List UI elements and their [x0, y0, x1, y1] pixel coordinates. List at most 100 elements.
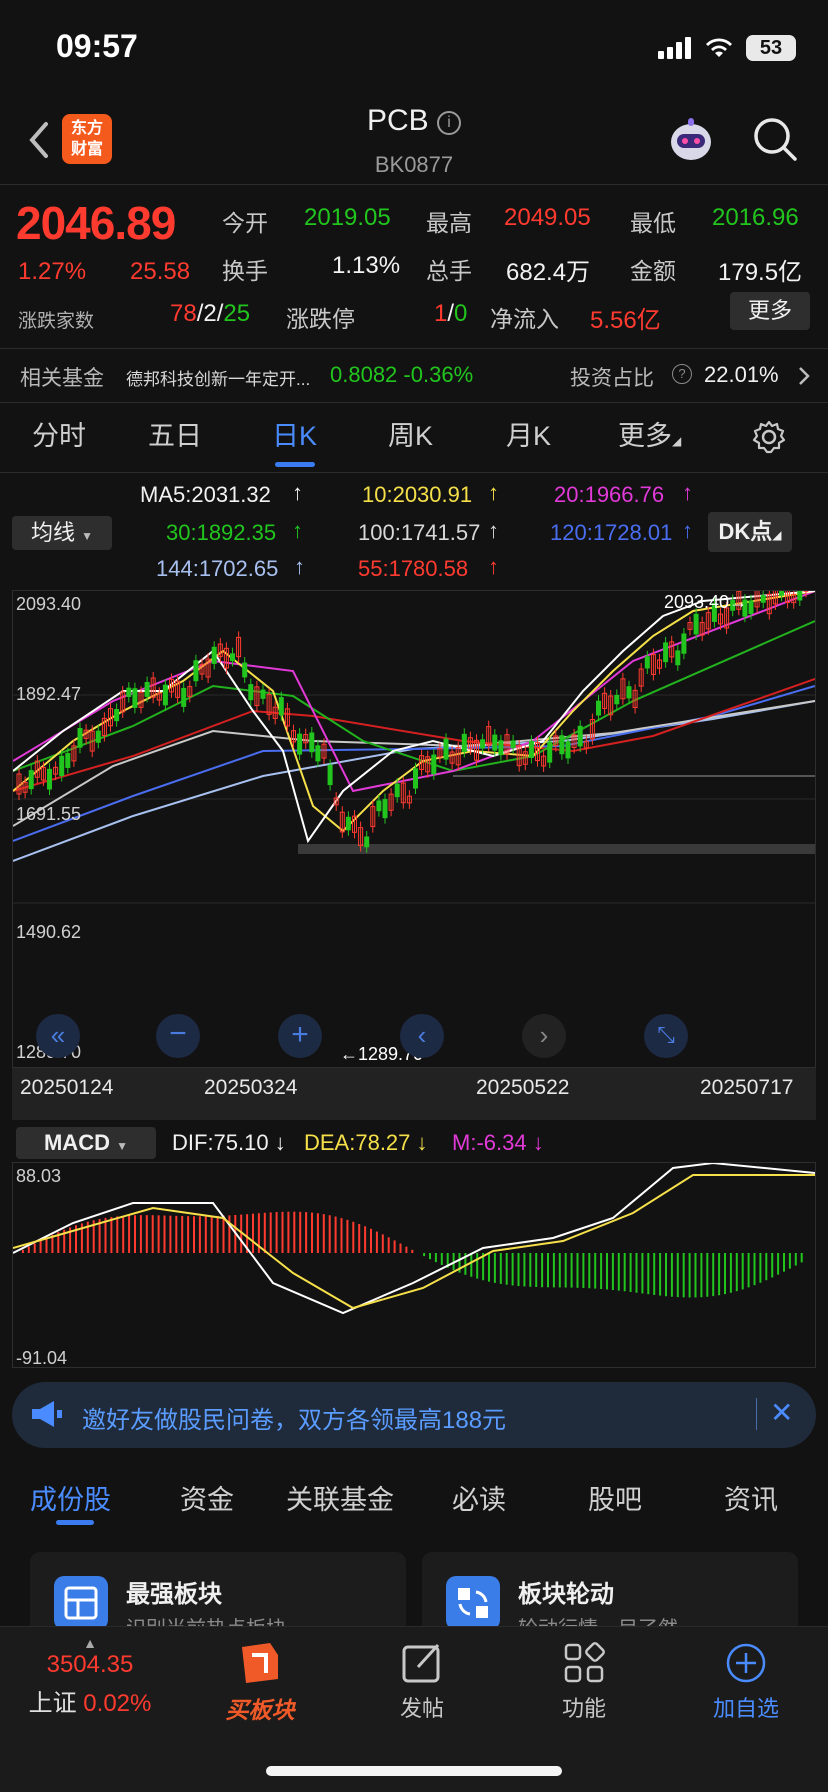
candle-body	[28, 770, 34, 790]
strongest-sector-icon	[54, 1576, 108, 1630]
dk-point-button[interactable]: DK点◢	[708, 512, 792, 552]
candle-body	[315, 745, 321, 762]
tab-monthly-k[interactable]: 月K	[506, 414, 551, 453]
y-label-2: 1892.47	[16, 684, 82, 704]
banner-text[interactable]: 邀好友做股民问卷，双方各领最高188元	[82, 1400, 506, 1435]
candle-body	[242, 662, 248, 678]
help-icon[interactable]: ?	[672, 364, 692, 384]
tab-news[interactable]: 资讯	[724, 1478, 778, 1517]
candle-body	[626, 686, 632, 699]
wifi-icon	[706, 38, 732, 57]
nav-buy-sector[interactable]: 买板块	[200, 1641, 320, 1725]
tabs-divider	[0, 472, 828, 473]
candle-body	[181, 687, 187, 707]
candle-body	[364, 836, 370, 848]
candle-body	[327, 764, 333, 786]
add-circle-icon	[726, 1643, 766, 1683]
ma100-arrow: ↑	[488, 518, 499, 543]
date-label-1: 20250124	[20, 1076, 114, 1099]
high-label: 最高	[426, 210, 472, 236]
candle-body	[644, 656, 650, 669]
candle-body	[47, 768, 52, 790]
scroll-left-fast-button[interactable]: «	[36, 1014, 80, 1058]
candle-body	[596, 700, 601, 716]
candle-body	[681, 633, 687, 654]
megaphone-icon	[32, 1401, 62, 1427]
ma144-arrow: ↑	[294, 554, 305, 579]
tab-five-day[interactable]: 五日	[148, 414, 202, 453]
tab-related-funds[interactable]: 关联基金	[286, 1478, 394, 1517]
volume-label: 总手	[426, 258, 472, 284]
tab-constituents[interactable]: 成份股	[30, 1478, 111, 1517]
settings-gear-icon[interactable]	[752, 420, 786, 454]
ma-selector[interactable]: 均线 ▼	[12, 516, 112, 550]
search-icon[interactable]	[752, 116, 798, 162]
tab-more[interactable]: 更多◢	[618, 414, 681, 453]
tab-daily-k[interactable]: 日K	[272, 414, 317, 453]
zoom-in-button[interactable]: +	[278, 1014, 322, 1058]
candle-body	[309, 732, 315, 753]
card-title: 最强板块	[126, 1581, 222, 1608]
candle-body	[693, 613, 699, 635]
macd-selector[interactable]: MACD ▼	[16, 1127, 156, 1159]
close-icon[interactable]: ✕	[770, 1396, 793, 1429]
ma20-value: 20:1966.76	[554, 482, 665, 507]
low-label: 最低	[630, 210, 676, 236]
robot-assistant-icon[interactable]	[666, 116, 716, 164]
tab-weekly-k[interactable]: 周K	[388, 414, 433, 453]
tab-intraday[interactable]: 分时	[32, 414, 86, 453]
amount-label: 金额	[630, 258, 676, 284]
turnover-value: 1.13%	[332, 252, 401, 279]
ma5-arrow: ↑	[292, 480, 303, 505]
candle-body	[376, 800, 382, 812]
y-label-3: 1691.55	[16, 804, 82, 824]
candle-body	[431, 754, 437, 775]
index-ticker[interactable]: ▲ 3504.35 上证 0.02%	[0, 1635, 180, 1718]
limit-label: 涨跌停	[286, 306, 355, 332]
inflow-label: 净流入	[490, 306, 559, 332]
kline-tabs: 分时 五日 日K 周K 月K 更多◢	[0, 414, 828, 474]
chevron-right-icon[interactable]	[798, 366, 810, 386]
breadth-label: 涨跌家数	[18, 311, 95, 332]
kline-chart[interactable]	[12, 574, 816, 1068]
y-label-4: 1490.62	[16, 922, 82, 942]
candle-body	[760, 595, 766, 603]
scroll-right-button[interactable]: ›	[522, 1014, 566, 1058]
battery-icon: 53	[746, 35, 796, 61]
nav-functions[interactable]: 功能	[524, 1641, 644, 1723]
tab-capital[interactable]: 资金	[180, 1478, 234, 1517]
scroll-left-button[interactable]: ‹	[400, 1014, 444, 1058]
fund-name[interactable]: 德邦科技创新一年定开...	[126, 365, 310, 390]
ma10-arrow: ↑	[488, 480, 499, 505]
candle-body	[748, 600, 754, 615]
candle-body	[565, 741, 571, 759]
candle-body	[797, 579, 803, 601]
candle-body	[132, 688, 138, 708]
nav-post[interactable]: 发帖	[362, 1641, 482, 1723]
candle-body	[114, 708, 120, 722]
volume-value: 682.4万	[506, 259, 591, 286]
ma30-arrow: ↑	[292, 518, 303, 543]
high-value: 2049.05	[504, 204, 591, 231]
ma5-value: MA5:2031.32	[140, 482, 271, 507]
ma10-value: 10:2030.91	[362, 482, 473, 507]
ma120-value: 120:1728.01	[550, 520, 673, 545]
status-time: 09:57	[56, 28, 138, 64]
tab-must-read[interactable]: 必读	[452, 1478, 506, 1517]
high-marker: 2093.40→	[664, 592, 748, 612]
candle-body	[95, 730, 101, 743]
macd-chart[interactable]	[12, 1161, 816, 1368]
candle-body	[614, 694, 620, 705]
zoom-out-button[interactable]: −	[156, 1014, 200, 1058]
candle-body	[230, 653, 235, 662]
tab-forum[interactable]: 股吧	[588, 1478, 642, 1517]
ma20-arrow: ↑	[682, 480, 693, 505]
macd-dea: DEA:78.27 ↓	[304, 1130, 428, 1155]
quote-divider	[0, 348, 828, 349]
fullscreen-icon[interactable]: ⤡	[644, 1014, 688, 1058]
info-icon[interactable]: i	[437, 111, 462, 135]
nav-add-watchlist[interactable]: 加自选	[686, 1641, 806, 1723]
more-button[interactable]: 更多	[730, 292, 810, 330]
change-value: 25.58	[130, 258, 191, 285]
candle-body	[382, 799, 388, 819]
